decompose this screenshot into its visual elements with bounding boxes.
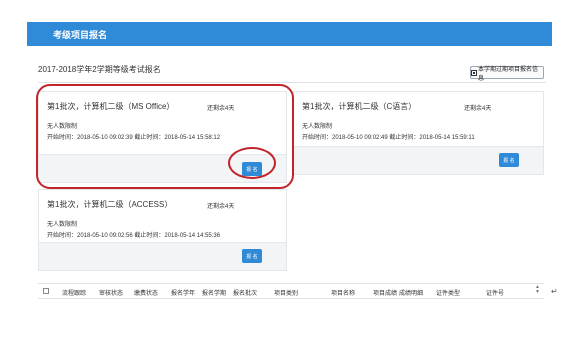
card-limit: 无人数限制 xyxy=(302,124,333,130)
column-header[interactable]: 证件类型 xyxy=(436,288,460,297)
card-remaining: 还剩余4天 xyxy=(207,106,235,112)
column-header[interactable]: 报名批次 xyxy=(233,288,257,297)
apply-button[interactable]: 报 名 xyxy=(242,249,262,263)
column-header[interactable]: 成绩明细 xyxy=(399,288,423,297)
card-remaining: 还剩余4天 xyxy=(207,204,235,210)
column-header[interactable]: 报名学年 xyxy=(171,288,195,297)
select-all-checkbox[interactable] xyxy=(43,288,49,294)
document-icon xyxy=(471,69,477,76)
page-title: 考级项目报名 xyxy=(53,30,108,40)
exam-card-c-language: 第1批次，计算机二级（C语言） 还剩余4天 无人数限制 开始时间：2018-05… xyxy=(293,91,544,175)
column-header[interactable]: 证件号 xyxy=(486,288,504,297)
table-header: 流程跟踪 审核状态 缴费状态 报名学年 报名学期 报名批次 项目类别 项目名称 … xyxy=(38,283,544,299)
card-time: 开始时间：2018-05-10 09:02:49 截止时间：2018-05-14… xyxy=(302,135,475,141)
card-limit: 无人数限制 xyxy=(47,222,78,228)
column-header[interactable]: 项目成绩 xyxy=(373,288,397,297)
exam-card-ms-office: 第1批次，计算机二级（MS Office） 还剩余4天 无人数限制 开始时间：2… xyxy=(38,91,287,183)
column-header[interactable]: 项目名称 xyxy=(331,288,355,297)
column-header[interactable]: 流程跟踪 xyxy=(62,288,86,297)
past-projects-label: 本学期过期项目报名信息 xyxy=(477,66,538,82)
card-title: 第1批次，计算机二级（MS Office） xyxy=(47,102,175,111)
semester-title: 2017-2018学年2学期等级考试报名 xyxy=(38,65,161,74)
sort-icon[interactable]: ▲ ▼ xyxy=(535,285,540,295)
card-footer: 报 名 xyxy=(294,146,543,174)
app-header: 考级项目报名 xyxy=(27,22,552,46)
card-title: 第1批次，计算机二级（C语言） xyxy=(302,102,417,111)
column-header[interactable]: 审核状态 xyxy=(99,288,123,297)
card-remaining: 还剩余4天 xyxy=(464,106,492,112)
card-time: 开始时间：2018-05-10 09:02:39 截止时间：2018-05-14… xyxy=(47,135,221,141)
card-footer: 报 名 xyxy=(39,242,286,270)
column-header[interactable]: 项目类别 xyxy=(274,288,298,297)
column-header[interactable]: 缴费状态 xyxy=(134,288,158,297)
apply-button[interactable]: 报 名 xyxy=(242,162,262,176)
apply-button[interactable]: 报 名 xyxy=(499,153,519,167)
exam-card-access: 第1批次，计算机二级（ACCESS） 还剩余4天 无人数限制 开始时间：2018… xyxy=(38,189,287,271)
card-title: 第1批次，计算机二级（ACCESS） xyxy=(47,200,173,209)
card-limit: 无人数限制 xyxy=(47,124,78,130)
section-divider xyxy=(38,82,546,83)
column-header[interactable]: 报名学期 xyxy=(202,288,226,297)
past-projects-button[interactable]: 本学期过期项目报名信息 xyxy=(470,66,544,82)
return-arrow-icon: ↵ xyxy=(551,287,558,296)
card-footer: 报 名 xyxy=(39,154,286,182)
card-time: 开始时间：2018-05-10 09:02:56 截止时间：2018-05-14… xyxy=(47,233,221,239)
